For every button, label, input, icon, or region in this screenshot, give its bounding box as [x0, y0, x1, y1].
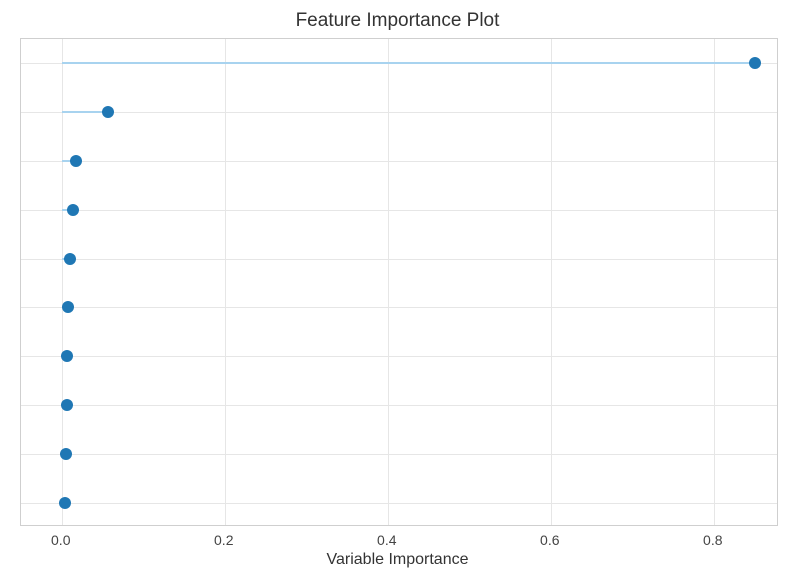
- grid-horizontal: [21, 503, 777, 504]
- x-tick-label: 0.4: [377, 532, 396, 548]
- lollipop-dot: [62, 301, 74, 313]
- grid-horizontal: [21, 454, 777, 455]
- lollipop-dot: [64, 253, 76, 265]
- x-tick-label: 0.2: [214, 532, 233, 548]
- grid-horizontal: [21, 356, 777, 357]
- lollipop-stem: [62, 62, 755, 64]
- lollipop-dot: [59, 497, 71, 509]
- lollipop-dot: [102, 106, 114, 118]
- grid-horizontal: [21, 210, 777, 211]
- lollipop-dot: [749, 57, 761, 69]
- lollipop-dot: [70, 155, 82, 167]
- plot-area: [20, 38, 778, 526]
- x-tick-label: 0.8: [703, 532, 722, 548]
- grid-horizontal: [21, 161, 777, 162]
- x-tick-label: 0.6: [540, 532, 559, 548]
- grid-horizontal: [21, 112, 777, 113]
- lollipop-dot: [61, 399, 73, 411]
- grid-horizontal: [21, 307, 777, 308]
- x-axis-label: Variable Importance: [0, 551, 795, 569]
- lollipop-dot: [60, 448, 72, 460]
- feature-importance-chart: Feature Importance Plot Variable Importa…: [0, 0, 795, 573]
- x-tick-label: 0.0: [51, 532, 70, 548]
- lollipop-dot: [61, 350, 73, 362]
- chart-title: Feature Importance Plot: [0, 10, 795, 32]
- grid-horizontal: [21, 405, 777, 406]
- lollipop-dot: [67, 204, 79, 216]
- grid-horizontal: [21, 259, 777, 260]
